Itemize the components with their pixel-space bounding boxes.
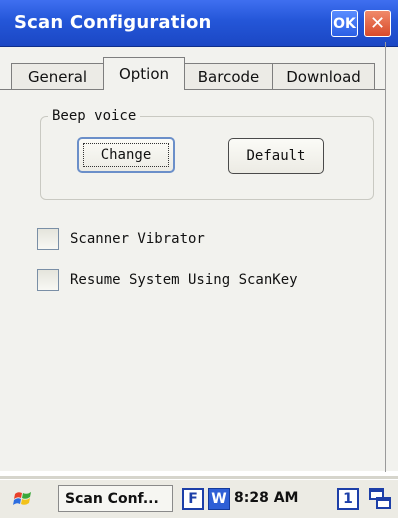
- tray-w-icon[interactable]: W: [208, 488, 230, 510]
- close-button[interactable]: ✕: [364, 10, 391, 37]
- scanner-vibrator-option[interactable]: Scanner Vibrator: [37, 227, 205, 251]
- change-button[interactable]: Change: [77, 137, 175, 173]
- title-bar: Scan Configuration OK ✕: [0, 0, 398, 47]
- tray-f-icon[interactable]: F: [182, 488, 204, 510]
- ok-button[interactable]: OK: [331, 10, 358, 37]
- beep-voice-label: Beep voice: [48, 108, 141, 124]
- scanner-vibrator-label: Scanner Vibrator: [70, 231, 205, 247]
- default-button[interactable]: Default: [228, 138, 324, 174]
- default-button-label: Default: [246, 148, 306, 164]
- scanner-vibrator-checkbox[interactable]: [37, 228, 59, 250]
- overlapping-windows-icon[interactable]: [368, 487, 392, 511]
- resume-scankey-option[interactable]: Resume System Using ScanKey: [37, 268, 298, 292]
- tab-strip: General Option Barcode Download: [0, 57, 398, 90]
- taskbar-scan-config-button[interactable]: Scan Conf...: [58, 485, 173, 512]
- tab-barcode[interactable]: Barcode: [184, 63, 273, 89]
- panel-edge: [385, 42, 386, 472]
- resume-scankey-checkbox[interactable]: [37, 269, 59, 291]
- window-title: Scan Configuration: [14, 12, 212, 33]
- taskbar: Scan Conf... F W 8:28 AM 1: [0, 479, 398, 518]
- windows-flag-icon[interactable]: [12, 488, 36, 510]
- resume-scankey-label: Resume System Using ScanKey: [70, 272, 298, 288]
- tab-option[interactable]: Option: [103, 57, 185, 90]
- tab-baseline: [0, 89, 386, 90]
- focus-rectangle: [83, 143, 169, 167]
- tray-1-icon[interactable]: 1: [337, 488, 359, 510]
- clock[interactable]: 8:28 AM: [234, 490, 298, 506]
- tab-download[interactable]: Download: [272, 63, 375, 89]
- tab-general[interactable]: General: [11, 63, 104, 89]
